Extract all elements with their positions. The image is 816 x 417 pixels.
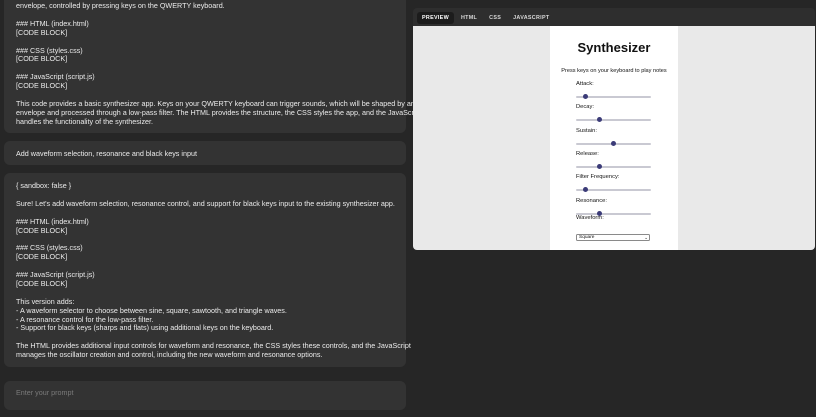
slider-track [576, 212, 651, 215]
tab-html[interactable]: HTML [456, 12, 482, 24]
slider-thumb[interactable] [611, 141, 616, 146]
preview-panel: PREVIEW HTML CSS JAVASCRIPT Synthesizer Pre… [413, 8, 815, 250]
message-line: [CODE BLOCK] [16, 278, 68, 288]
preview-tabs: PREVIEW HTML CSS JAVASCRIPT [417, 12, 554, 25]
synth-subtitle: Press keys on your keyboard to play note… [561, 68, 667, 74]
chevron-down-icon: ⌄ [644, 235, 648, 240]
resonance-label: Resonance: [576, 198, 607, 204]
message-line: { sandbox: false } [16, 181, 72, 190]
chat-column: envelope, controlled by pressing keys on… [0, 0, 436, 417]
synth-title: Synthesizer [577, 40, 651, 55]
slider-thumb[interactable] [597, 211, 602, 216]
message-line: - A waveform selector to choose between … [16, 305, 287, 315]
slider-track [576, 165, 651, 168]
slider-thumb[interactable] [597, 164, 602, 169]
assistant-message-1: envelope, controlled by pressing keys on… [4, 0, 436, 133]
slider-thumb[interactable] [583, 187, 588, 192]
message-line: Sure! Let's add waveform selection, reso… [16, 198, 395, 208]
sustain-label: Sustain: [576, 128, 597, 134]
message-line: - A resonance control for the low-pass f… [16, 314, 154, 324]
message-line: ### JavaScript (script.js) [16, 270, 95, 279]
message-line: manages the oscillator creation and cont… [16, 350, 323, 360]
assistant-message-2: { sandbox: false } Sure! Let's add wavefo… [4, 173, 411, 367]
message-line: ### CSS (styles.css) [16, 45, 83, 55]
message-line: [CODE BLOCK] [16, 252, 68, 262]
waveform-select-value: Square [579, 235, 595, 240]
filter-frequency-slider[interactable] [576, 187, 651, 192]
message-line: This version adds: [16, 296, 75, 306]
synth-app: Synthesizer Press keys on your keyboard … [550, 26, 678, 250]
slider-thumb[interactable] [583, 94, 588, 99]
attack-slider[interactable] [576, 94, 651, 99]
sustain-slider[interactable] [576, 141, 651, 146]
message-line: ### HTML (index.html) [16, 216, 89, 226]
message-line: ### HTML (index.html) [16, 18, 89, 28]
message-line: handles the functionality of the synthes… [16, 116, 154, 126]
decay-label: Decay: [576, 104, 595, 110]
message-line: - Support for black keys (sharps and fla… [16, 323, 274, 333]
user-message-text: Add waveform selection, resonance and bl… [16, 149, 197, 158]
decay-slider[interactable] [576, 117, 651, 122]
resonance-slider[interactable] [576, 211, 651, 216]
message-line: [CODE BLOCK] [16, 54, 68, 64]
release-label: Release: [576, 151, 599, 157]
filter-frequency-label: Filter Frequency: [576, 174, 620, 180]
attack-label: Attack: [576, 81, 594, 87]
message-line: envelope and processed through a low-pas… [16, 107, 422, 117]
user-message: Add waveform selection, resonance and bl… [4, 141, 406, 165]
message-line: The HTML provides additional input contr… [16, 341, 411, 351]
release-slider[interactable] [576, 164, 651, 169]
slider-track [576, 118, 651, 121]
prompt-placeholder: Enter your prompt [16, 388, 74, 397]
message-line: ### CSS (styles.css) [16, 243, 83, 253]
preview-frame: Synthesizer Press keys on your keyboard … [413, 26, 815, 250]
message-line: envelope, controlled by pressing keys on… [16, 1, 225, 10]
slider-thumb[interactable] [597, 117, 602, 122]
message-line: [CODE BLOCK] [16, 81, 68, 91]
tab-preview[interactable]: PREVIEW [417, 12, 454, 24]
tab-javascript[interactable]: JAVASCRIPT [508, 12, 554, 24]
message-line: ### JavaScript (script.js) [16, 72, 95, 82]
message-line: [CODE BLOCK] [16, 225, 68, 235]
message-line: This code provides a basic synthesizer a… [16, 98, 437, 108]
prompt-input[interactable]: Enter your prompt [4, 381, 406, 410]
waveform-select[interactable]: Square ⌄ [576, 234, 650, 241]
message-line: [CODE BLOCK] [16, 27, 68, 37]
tab-css[interactable]: CSS [484, 12, 506, 24]
